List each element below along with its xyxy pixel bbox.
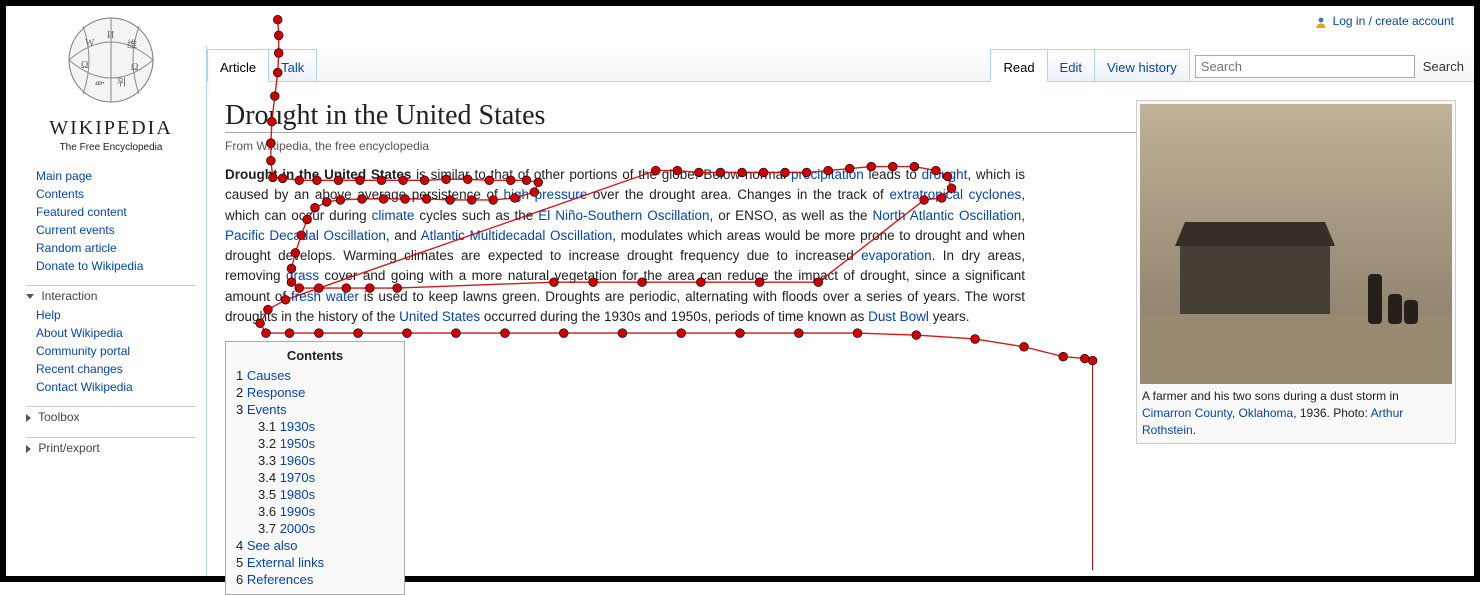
tabs-right: ReadEditView history Search [990, 46, 1474, 81]
tab-talk[interactable]: Talk [268, 49, 317, 81]
svg-text:ው: ው [95, 78, 105, 89]
link-evaporation[interactable]: evaporation [861, 248, 932, 263]
link-high-pressure[interactable]: high pressure [503, 187, 587, 202]
nav-main-item-random-article[interactable]: Random article [26, 239, 196, 257]
svg-text:И: И [107, 30, 114, 41]
toc-item[interactable]: 3.6 1990s [236, 503, 394, 520]
nav-main-item-main-page[interactable]: Main page [26, 167, 196, 185]
user-icon [1315, 16, 1327, 28]
nav-interaction-item-community-portal[interactable]: Community portal [26, 342, 196, 360]
toc-header: Contents [236, 348, 394, 363]
logo-globe-icon: W И 维 Ω Ω ው 위 [51, 14, 171, 114]
tab-edit[interactable]: Edit [1047, 49, 1095, 81]
link-climate[interactable]: climate [372, 208, 415, 223]
link-cimarron[interactable]: Cimarron County [1142, 406, 1232, 420]
toc-item[interactable]: 3.5 1980s [236, 486, 394, 503]
nav-main-item-current-events[interactable]: Current events [26, 221, 196, 239]
tab-view-history[interactable]: View history [1094, 49, 1190, 81]
content-area: ArticleTalk ReadEditView history Search … [206, 46, 1474, 576]
tabs-row: ArticleTalk ReadEditView history Search [207, 46, 1474, 82]
nav-main-item-donate-to-wikipedia[interactable]: Donate to Wikipedia [26, 257, 196, 275]
nav-interaction-item-recent-changes[interactable]: Recent changes [26, 360, 196, 378]
user-links: Log in / create account [1315, 14, 1454, 28]
link-extratropical[interactable]: extratropical cyclones [889, 187, 1021, 202]
svg-text:Ω: Ω [81, 60, 88, 71]
toc-item[interactable]: 3 Events [236, 401, 394, 418]
nav-print: Print/export [26, 437, 196, 458]
chevron-right-icon [26, 445, 31, 453]
toc-item[interactable]: 3.4 1970s [236, 469, 394, 486]
toc: Contents 1 Causes2 Response3 Events3.1 1… [225, 341, 405, 595]
search-input[interactable] [1195, 55, 1415, 78]
chevron-down-icon [26, 294, 34, 299]
tabs-left: ArticleTalk [207, 46, 316, 81]
article-body: A farmer and his two sons during a dust … [207, 82, 1474, 595]
infobox-image[interactable] [1140, 104, 1452, 384]
infobox-caption: A farmer and his two sons during a dust … [1140, 384, 1452, 440]
nav-main-item-contents[interactable]: Contents [26, 185, 196, 203]
link-drought[interactable]: drought [922, 167, 968, 182]
svg-text:W: W [85, 38, 95, 49]
tab-read[interactable]: Read [990, 49, 1047, 82]
nav-toolbox-header[interactable]: Toolbox [26, 406, 196, 427]
nav-main-item-featured-content[interactable]: Featured content [26, 203, 196, 221]
sidebar: W И 维 Ω Ω ው 위 WIKIPEDIA The Free Encyclopedi… [26, 14, 196, 458]
svg-text:维: 维 [127, 38, 137, 51]
login-link[interactable]: Log in / create account [1333, 14, 1454, 28]
tab-article[interactable]: Article [207, 49, 269, 82]
toc-item[interactable]: 1 Causes [236, 367, 394, 384]
svg-text:위: 위 [117, 76, 126, 89]
logo[interactable]: W И 维 Ω Ω ው 위 WIKIPEDIA The Free Encyclopedi… [26, 14, 196, 153]
link-dust-bowl[interactable]: Dust Bowl [868, 309, 929, 324]
toc-item[interactable]: 3.1 1930s [236, 418, 394, 435]
logo-subtitle: The Free Encyclopedia [26, 142, 196, 153]
nav-main: Main pageContentsFeatured contentCurrent… [26, 167, 196, 275]
link-united-states[interactable]: United States [399, 309, 480, 324]
toc-item[interactable]: 3.2 1950s [236, 435, 394, 452]
logo-title: WIKIPEDIA [26, 117, 196, 140]
link-fresh-water[interactable]: fresh water [291, 289, 359, 304]
nav-print-header[interactable]: Print/export [26, 437, 196, 458]
chevron-right-icon [26, 414, 31, 422]
nav-interaction-item-about-wikipedia[interactable]: About Wikipedia [26, 324, 196, 342]
search-button[interactable]: Search [1419, 57, 1468, 76]
toc-item[interactable]: 2 Response [236, 384, 394, 401]
nav-toolbox: Toolbox [26, 406, 196, 427]
svg-text:Ω: Ω [131, 62, 138, 73]
toc-item[interactable]: 6 References [236, 571, 394, 588]
link-pdo[interactable]: Pacific Decadal Oscillation [225, 228, 386, 243]
link-nao[interactable]: North Atlantic Oscillation [873, 208, 1022, 223]
link-oklahoma[interactable]: Oklahoma [1238, 406, 1293, 420]
link-precipitation[interactable]: precipitation [791, 167, 864, 182]
toc-item[interactable]: 3.7 2000s [236, 520, 394, 537]
search-box: Search [1189, 52, 1474, 81]
link-amo[interactable]: Atlantic Multidecadal Oscillation [421, 228, 613, 243]
toc-item[interactable]: 5 External links [236, 554, 394, 571]
nav-interaction-item-help[interactable]: Help [26, 306, 196, 324]
nav-interaction: Interaction HelpAbout WikipediaCommunity… [26, 285, 196, 396]
link-enso[interactable]: El Niño-Southern Oscillation [538, 208, 709, 223]
nav-interaction-item-contact-wikipedia[interactable]: Contact Wikipedia [26, 378, 196, 396]
toc-item[interactable]: 4 See also [236, 537, 394, 554]
nav-interaction-header[interactable]: Interaction [26, 285, 196, 306]
lead-paragraph: Drought in the United States is similar … [225, 165, 1025, 327]
toc-item[interactable]: 3.3 1960s [236, 452, 394, 469]
link-grass[interactable]: grass [286, 268, 319, 283]
infobox: A farmer and his two sons during a dust … [1136, 100, 1456, 444]
